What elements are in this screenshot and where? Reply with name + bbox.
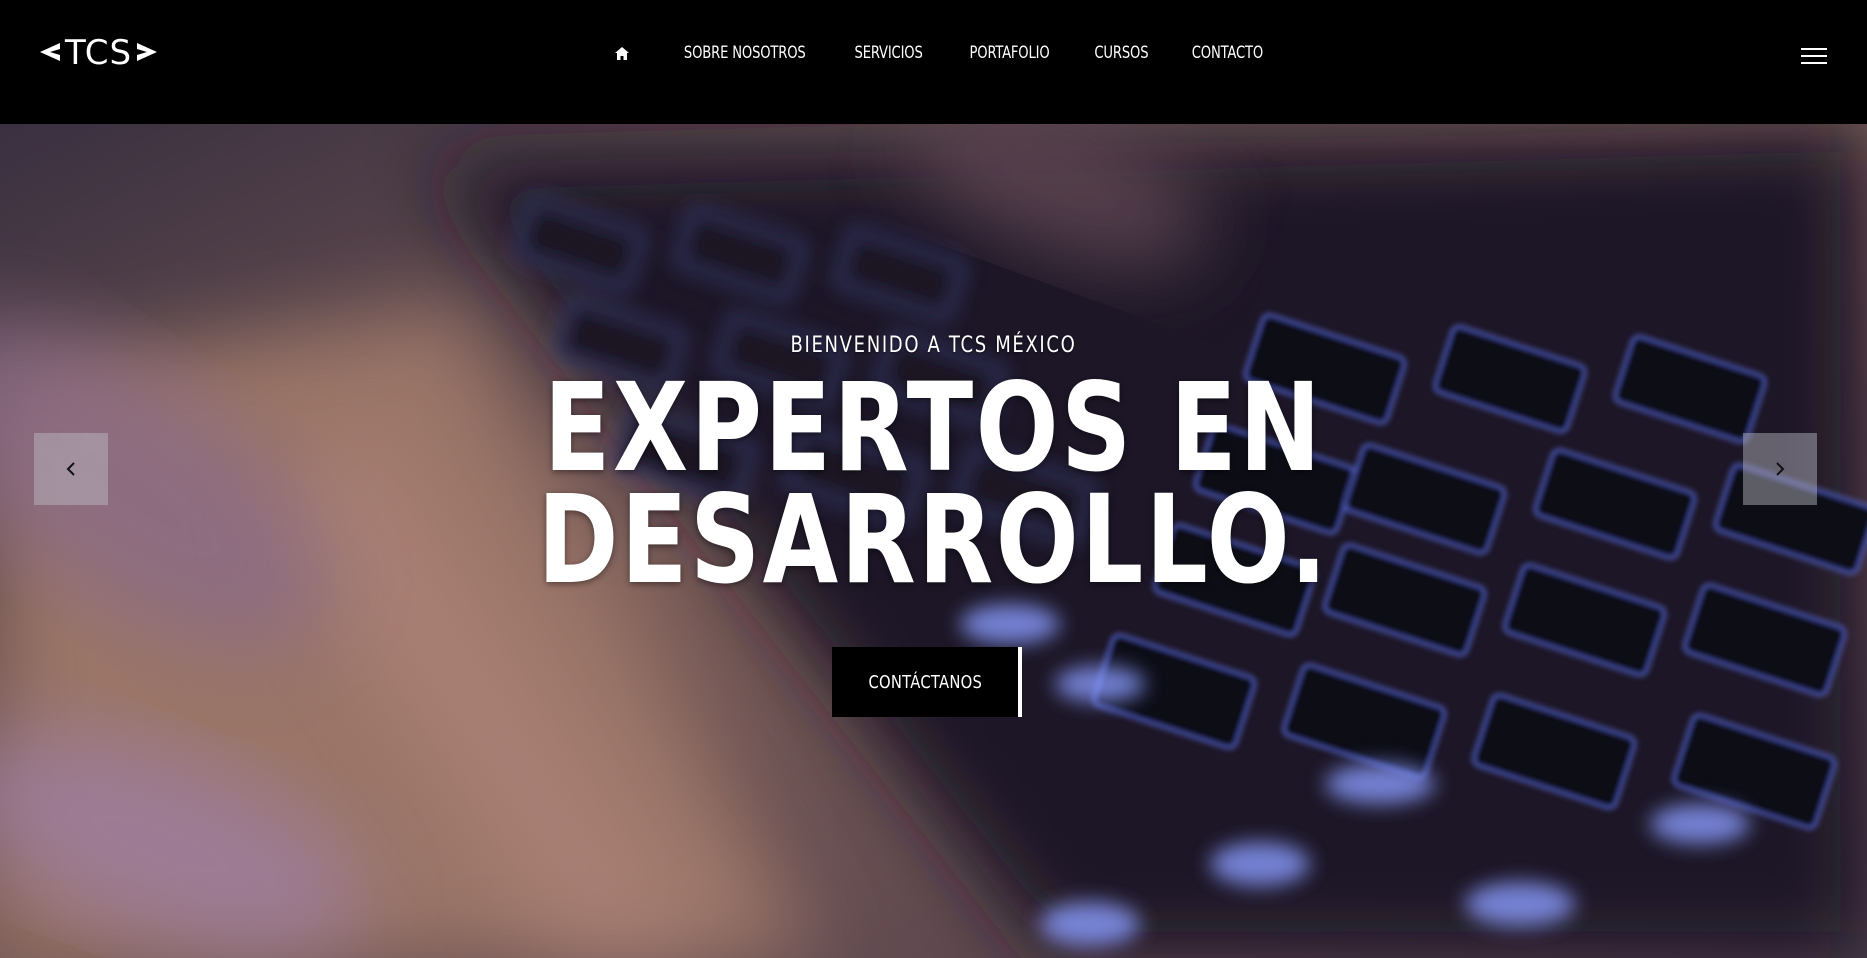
main-nav: SOBRE NOSOTROS SERVICIOS PORTAFOLIO CURS… bbox=[0, 40, 1867, 66]
nav-item-contacto[interactable]: CONTACTO bbox=[1182, 43, 1274, 63]
home-icon[interactable] bbox=[613, 43, 631, 63]
chevron-left-icon bbox=[66, 462, 75, 476]
nav-item-sobre-nosotros[interactable]: SOBRE NOSOTROS bbox=[673, 43, 815, 63]
nav-item-servicios[interactable]: SERVICIOS bbox=[845, 43, 934, 63]
main-nav-list: SOBRE NOSOTROS SERVICIOS PORTAFOLIO CURS… bbox=[613, 43, 1286, 63]
hero-kicker: BIENVENIDO A TCS MÉXICO bbox=[790, 333, 1077, 358]
hamburger-menu-icon[interactable] bbox=[1801, 48, 1827, 66]
hero-title-line-2: DESARROLLO. bbox=[537, 469, 1330, 611]
contact-button-label: CONTÁCTANOS bbox=[868, 671, 982, 693]
contact-button[interactable]: CONTÁCTANOS bbox=[832, 647, 1022, 717]
nav-item-portafolio[interactable]: PORTAFOLIO bbox=[959, 43, 1060, 63]
hero-slider: BIENVENIDO A TCS MÉXICO EXPERTOS EN DESA… bbox=[0, 124, 1867, 958]
site-header: TCS SOBRE NOSOTROS SERVICIOS PORTAFOLIO … bbox=[0, 0, 1867, 124]
hero-content: BIENVENIDO A TCS MÉXICO EXPERTOS EN DESA… bbox=[0, 124, 1867, 958]
nav-item-cursos[interactable]: CURSOS bbox=[1084, 43, 1159, 63]
slider-next-button[interactable] bbox=[1743, 433, 1817, 505]
hero-title: EXPERTOS EN DESARROLLO. bbox=[187, 367, 1681, 601]
chevron-right-icon bbox=[1776, 462, 1785, 476]
slider-prev-button[interactable] bbox=[34, 433, 108, 505]
